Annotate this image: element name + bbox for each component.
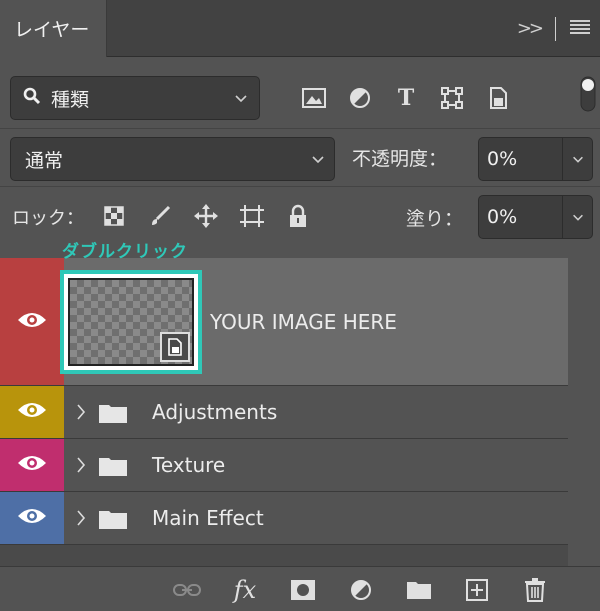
visibility-eye-icon[interactable] xyxy=(17,400,47,424)
opacity-dropdown-icon[interactable] xyxy=(562,138,592,180)
new-adjustment-layer-icon[interactable] xyxy=(346,575,376,605)
folder-icon xyxy=(98,402,128,428)
lock-all-icon[interactable] xyxy=(284,202,312,230)
type-layer-filter-icon[interactable]: T xyxy=(392,84,420,112)
layer-color-tag xyxy=(0,258,64,385)
fill-field[interactable]: 0% xyxy=(478,195,593,239)
blend-mode-value: 通常 xyxy=(25,149,64,172)
chevron-right-icon[interactable] xyxy=(76,456,86,478)
panel-menu-icon[interactable] xyxy=(570,19,590,39)
divider xyxy=(0,128,600,129)
shape-layer-filter-icon[interactable] xyxy=(438,84,466,112)
layer-name[interactable]: Main Effect xyxy=(152,506,264,530)
smart-object-icon xyxy=(160,332,190,362)
lock-artboard-icon[interactable] xyxy=(238,202,266,230)
lock-label: ロック： xyxy=(12,208,84,229)
fill-dropdown-icon[interactable] xyxy=(562,196,592,238)
lock-transparent-pixels-icon[interactable] xyxy=(100,202,128,230)
layers-bottom-toolbar: fx xyxy=(0,566,600,611)
opacity-value: 0% xyxy=(487,148,518,170)
folder-icon xyxy=(98,508,128,534)
link-layers-icon[interactable] xyxy=(172,575,202,605)
panel-tab-bar: レイヤー >> xyxy=(0,0,600,57)
new-group-folder-icon[interactable] xyxy=(404,575,434,605)
opacity-label: 不透明度： xyxy=(352,148,448,170)
layer-row[interactable]: Main Effect xyxy=(0,492,568,545)
blend-mode-select[interactable]: 通常 xyxy=(10,137,335,181)
lock-row: ロック： 塗り： 0% xyxy=(0,192,600,242)
panel-controls: >> xyxy=(517,0,600,57)
delete-layer-trash-icon[interactable] xyxy=(520,575,550,605)
smart-object-thumbnail-highlight[interactable] xyxy=(60,270,202,374)
fill-label: 塗り： xyxy=(406,208,464,230)
folder-icon xyxy=(98,455,128,481)
layer-name[interactable]: Texture xyxy=(152,453,225,477)
layer-body[interactable]: Adjustments xyxy=(64,386,568,438)
visibility-eye-icon[interactable] xyxy=(17,310,47,334)
lock-image-pixels-brush-icon[interactable] xyxy=(146,202,174,230)
collapse-chevron-icon[interactable]: >> xyxy=(517,18,544,39)
layer-color-tag xyxy=(0,492,64,544)
layer-filter-row: 種類 T xyxy=(0,72,600,128)
filter-kind-select[interactable]: 種類 xyxy=(10,76,260,120)
search-icon xyxy=(23,87,41,110)
layers-list: YOUR IMAGE HERE Adjustments Texture Main… xyxy=(0,258,568,566)
bottom-toolbar-icons: fx xyxy=(172,575,550,605)
layer-row[interactable]: YOUR IMAGE HERE xyxy=(0,258,568,386)
lock-icons xyxy=(100,202,312,230)
blend-row: 通常 不透明度： 0% xyxy=(0,134,600,184)
chevron-right-icon[interactable] xyxy=(76,403,86,425)
layer-row[interactable]: Texture xyxy=(0,439,568,492)
double-click-annotation: ダブルクリック xyxy=(62,242,188,262)
layers-scrollbar[interactable] xyxy=(568,258,600,566)
adjustment-layer-filter-icon[interactable] xyxy=(346,84,374,112)
fill-value: 0% xyxy=(487,206,518,228)
visibility-eye-icon[interactable] xyxy=(17,506,47,530)
layer-row[interactable]: Adjustments xyxy=(0,386,568,439)
layer-body[interactable]: YOUR IMAGE HERE xyxy=(60,258,568,385)
lock-position-move-icon[interactable] xyxy=(192,202,220,230)
filter-type-icons: T xyxy=(300,84,512,112)
divider xyxy=(0,186,600,187)
filter-toggle-switch[interactable] xyxy=(580,76,596,112)
new-layer-icon[interactable] xyxy=(462,575,492,605)
chevron-down-icon xyxy=(310,150,326,172)
layer-color-tag xyxy=(0,386,64,438)
layer-body[interactable]: Main Effect xyxy=(64,492,568,544)
add-mask-icon[interactable] xyxy=(288,575,318,605)
chevron-down-icon xyxy=(233,89,249,111)
chevron-right-icon[interactable] xyxy=(76,509,86,531)
layer-name[interactable]: Adjustments xyxy=(152,400,277,424)
layer-body[interactable]: Texture xyxy=(64,439,568,491)
layer-name[interactable]: YOUR IMAGE HERE xyxy=(210,310,397,334)
smart-object-filter-icon[interactable] xyxy=(484,84,512,112)
layer-style-fx-icon[interactable]: fx xyxy=(230,575,260,605)
separator xyxy=(555,16,556,41)
pixel-layer-filter-icon[interactable] xyxy=(300,84,328,112)
tab-layers[interactable]: レイヤー xyxy=(0,0,107,57)
filter-kind-label: 種類 xyxy=(51,88,90,111)
layer-thumbnail[interactable] xyxy=(68,278,194,366)
tab-layers-label: レイヤー xyxy=(14,19,90,41)
visibility-eye-icon[interactable] xyxy=(17,453,47,477)
layer-color-tag xyxy=(0,439,64,491)
opacity-field[interactable]: 0% xyxy=(478,137,593,181)
